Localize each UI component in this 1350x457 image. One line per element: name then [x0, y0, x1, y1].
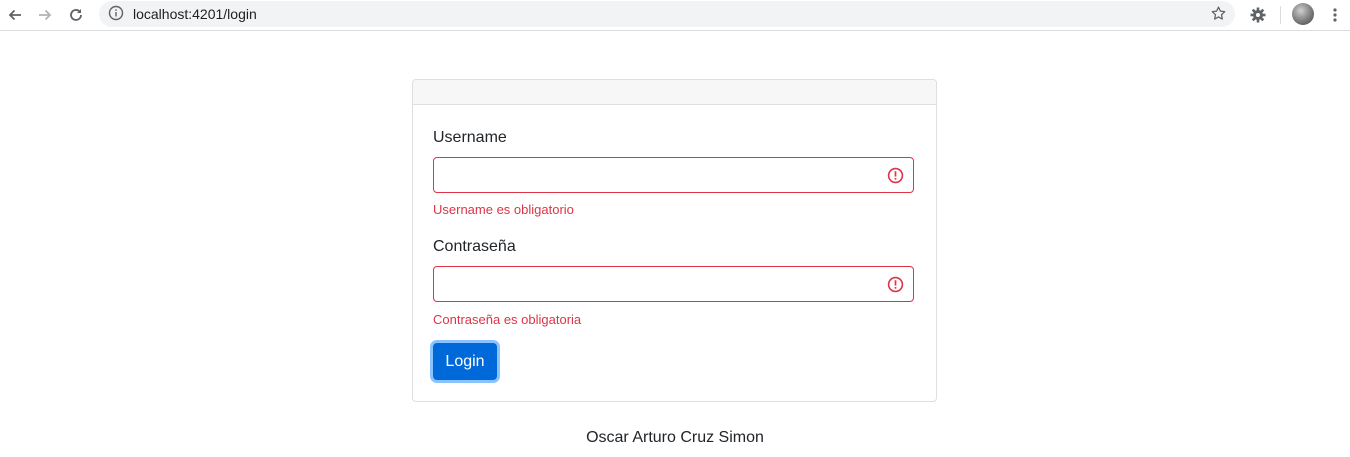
url-text: localhost:4201/login — [133, 6, 257, 22]
info-icon[interactable] — [108, 5, 124, 26]
password-error: Contraseña es obligatoria — [433, 312, 582, 327]
menu-button[interactable] — [1322, 2, 1348, 28]
login-card: Username Username es obligatorio Contras… — [412, 79, 937, 402]
back-arrow-icon — [8, 9, 21, 21]
card-header — [413, 80, 936, 105]
menu-kebab-icon — [1333, 8, 1337, 22]
username-label: Username — [433, 129, 507, 146]
password-label: Contraseña — [433, 238, 516, 255]
browser-toolbar: localhost:4201/login — [0, 0, 1350, 31]
back-button[interactable] — [2, 2, 28, 28]
toolbar-separator — [1280, 6, 1281, 24]
login-button[interactable]: Login — [433, 343, 497, 380]
star-icon[interactable] — [1210, 5, 1227, 27]
reload-icon — [70, 9, 82, 21]
forward-button[interactable] — [32, 2, 58, 28]
username-input[interactable] — [433, 157, 914, 193]
username-error: Username es obligatorio — [433, 202, 574, 217]
reload-button[interactable] — [63, 2, 89, 28]
forward-arrow-icon — [39, 9, 52, 21]
extension-gear-icon — [1250, 7, 1266, 23]
password-input[interactable] — [433, 266, 914, 302]
profile-avatar-icon[interactable] — [1292, 3, 1314, 25]
error-icon — [887, 276, 904, 298]
extension-button[interactable] — [1245, 2, 1271, 28]
address-bar[interactable]: localhost:4201/login — [99, 1, 1235, 27]
footer-author: Oscar Arturo Cruz Simon — [586, 429, 764, 446]
error-icon — [887, 167, 904, 189]
